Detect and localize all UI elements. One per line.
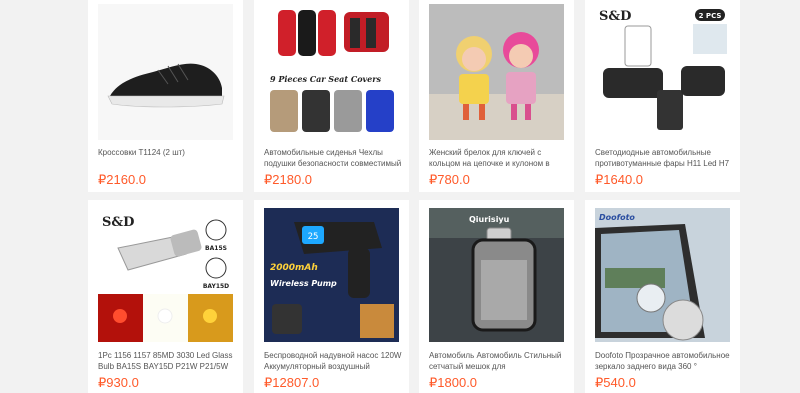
seat-covers-caption: 9 Pieces Car Seat Covers (270, 74, 381, 84)
product-title[interactable]: 1Pc 1156 1157 85MD 3030 Led Glass Bulb B… (98, 350, 238, 372)
product-title[interactable]: Doofoto Прозрачное автомобильное зеркало… (595, 350, 735, 372)
svg-text:25: 25 (308, 232, 319, 242)
brand-logo: Doofoto (599, 213, 635, 222)
led-fog-bulbs-image[interactable]: S&D 2 PCS (595, 4, 730, 140)
brand-logo: S&D (599, 9, 631, 24)
product-price: ₽2160.0 (98, 172, 147, 187)
socket-label-bay15d: BAY15D (203, 283, 229, 290)
product-price: ₽930.0 (98, 375, 139, 390)
blind-spot-mirror-image[interactable]: Doofoto (595, 208, 730, 342)
car-seat-covers-image[interactable]: 9 Pieces Car Seat Covers (264, 4, 399, 140)
wireless-pump-image[interactable]: 25 2000mAh Wireless Pump (264, 208, 399, 342)
product-card[interactable]: Doofoto Doofoto Прозрачное автомобильное… (585, 200, 740, 393)
product-title[interactable]: Женский брелок для ключей с кольцом на ц… (429, 147, 569, 169)
brand-logo: S&D (102, 215, 134, 230)
product-price: ₽540.0 (595, 375, 636, 390)
socket-label-ba15s: BA15S (205, 245, 227, 252)
product-title[interactable]: Автомобильные сиденья Чехлы подушки безо… (264, 147, 404, 169)
product-title[interactable]: Автомобиль Автомобиль Стильный сетчатый … (429, 350, 569, 372)
brand-logo: Qiurisiyu (469, 215, 510, 224)
capacity-label: 2000mAh (270, 263, 318, 273)
product-card[interactable]: Кроссовки T1124 (2 шт) ₽2160.0 (88, 0, 243, 192)
car-mesh-bag-image[interactable]: Qiurisiyu (429, 208, 564, 342)
pack-badge: 2 PCS (699, 12, 722, 20)
product-price: ₽1640.0 (595, 172, 644, 187)
sneaker-image[interactable] (98, 4, 233, 140)
product-card[interactable]: Женский брелок для ключей с кольцом на ц… (419, 0, 574, 192)
led-bulb-image[interactable]: S&D BA15S BAY15D (98, 208, 233, 342)
product-title[interactable]: Беспроводной надувной насос 120W Аккумул… (264, 350, 404, 372)
product-card[interactable]: 25 2000mAh Wireless Pump Беспроводной на… (254, 200, 409, 393)
product-price: ₽780.0 (429, 172, 470, 187)
product-card[interactable]: Qiurisiyu Автомобиль Автомобиль Стильный… (419, 200, 574, 393)
product-title[interactable]: Кроссовки T1124 (2 шт) (98, 147, 238, 169)
product-card[interactable]: S&D 2 PCS Светодиодные автомобильные про… (585, 0, 740, 192)
product-card[interactable]: S&D BA15S BAY15D 1Pc 1156 1157 85MD 3030… (88, 200, 243, 393)
product-title[interactable]: Светодиодные автомобильные противотуманн… (595, 147, 735, 169)
product-price: ₽12807.0 (264, 375, 320, 390)
product-card[interactable]: 9 Pieces Car Seat Covers Автомобильные с… (254, 0, 409, 192)
product-price: ₽1800.0 (429, 375, 478, 390)
doll-keychain-image[interactable] (429, 4, 564, 140)
product-price: ₽2180.0 (264, 172, 313, 187)
product-label: Wireless Pump (270, 279, 337, 288)
